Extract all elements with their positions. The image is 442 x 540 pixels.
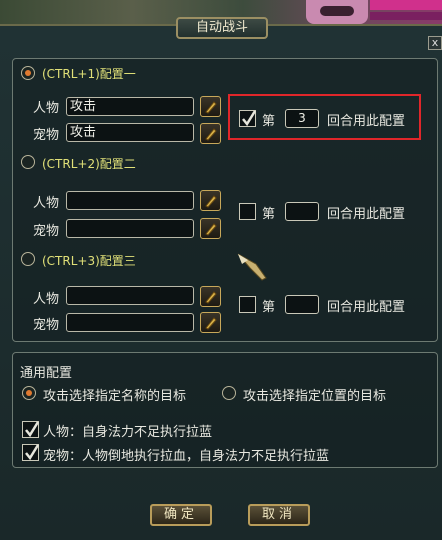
config1-pet-label: 宠物	[33, 128, 60, 143]
config1-person-input[interactable]: 攻击	[66, 97, 194, 116]
config2-round-suffix: 回合用此配置	[327, 207, 406, 222]
pet-rules-label: 宠物：人物倒地执行拉血，自身法力不足执行拉蓝	[43, 449, 330, 464]
config2-round-input[interactable]	[285, 202, 319, 221]
close-button[interactable]: x	[428, 36, 442, 50]
config2-round-checkbox[interactable]	[239, 203, 256, 220]
config3-person-edit-button[interactable]	[200, 286, 221, 307]
config1-pet-input[interactable]: 攻击	[66, 123, 194, 142]
pencil-icon	[205, 317, 217, 330]
config3-pet-label: 宠物	[33, 318, 60, 333]
general-title: 通用配置	[20, 366, 73, 381]
config1-round-input[interactable]: 3	[285, 109, 319, 128]
person-mana-label: 人物：自身法力不足执行拉蓝	[43, 425, 213, 440]
config1-round-checkbox[interactable]	[239, 110, 257, 127]
config1-round-prefix: 第	[262, 114, 276, 129]
checkmark-icon	[25, 444, 40, 461]
pencil-icon	[205, 223, 217, 236]
config3-person-input[interactable]	[66, 286, 194, 305]
health-bar	[370, 0, 442, 10]
config3-round-checkbox[interactable]	[239, 296, 256, 313]
window-title: 自动战斗	[176, 17, 268, 39]
cancel-button[interactable]: 取消	[248, 504, 310, 526]
config1-radio[interactable]	[21, 66, 35, 80]
pencil-icon	[205, 101, 217, 114]
config2-person-edit-button[interactable]	[200, 190, 221, 211]
player-portrait	[306, 0, 368, 24]
config3-radio[interactable]	[21, 252, 35, 266]
pencil-icon	[205, 128, 217, 141]
checkmark-icon	[242, 110, 257, 127]
config3-pet-edit-button[interactable]	[200, 312, 221, 333]
ok-button[interactable]: 确定	[150, 504, 212, 526]
checkmark-icon	[25, 421, 40, 438]
config2-pet-edit-button[interactable]	[200, 218, 221, 239]
config3-label: (CTRL+3)配置三	[42, 254, 136, 268]
config3-round-prefix: 第	[262, 300, 276, 315]
config1-label: (CTRL+1)配置一	[42, 67, 136, 81]
config1-person-label: 人物	[33, 101, 60, 116]
target-by-position-radio[interactable]	[222, 386, 236, 400]
pet-rules-checkbox[interactable]	[22, 444, 40, 461]
config2-radio[interactable]	[21, 155, 35, 169]
config3-round-input[interactable]	[285, 295, 319, 314]
config1-round-suffix: 回合用此配置	[327, 114, 406, 129]
config3-person-label: 人物	[33, 292, 60, 307]
target-by-position-label: 攻击选择指定位置的目标	[243, 389, 387, 404]
config2-person-label: 人物	[33, 196, 60, 211]
sword-cursor-icon	[237, 253, 267, 281]
target-by-name-label: 攻击选择指定名称的目标	[43, 389, 187, 404]
config1-person-edit-button[interactable]	[200, 96, 221, 117]
config2-person-input[interactable]	[66, 191, 194, 210]
config2-pet-label: 宠物	[33, 224, 60, 239]
config2-round-prefix: 第	[262, 207, 276, 222]
target-by-name-radio[interactable]	[22, 386, 36, 400]
pencil-icon	[205, 291, 217, 304]
mana-bar	[370, 12, 442, 20]
config2-label: (CTRL+2)配置二	[42, 157, 136, 171]
config3-pet-input[interactable]	[66, 313, 194, 332]
pencil-icon	[205, 195, 217, 208]
config1-pet-edit-button[interactable]	[200, 123, 221, 144]
config3-round-suffix: 回合用此配置	[327, 300, 406, 315]
person-mana-checkbox[interactable]	[22, 421, 40, 438]
config2-pet-input[interactable]	[66, 219, 194, 238]
